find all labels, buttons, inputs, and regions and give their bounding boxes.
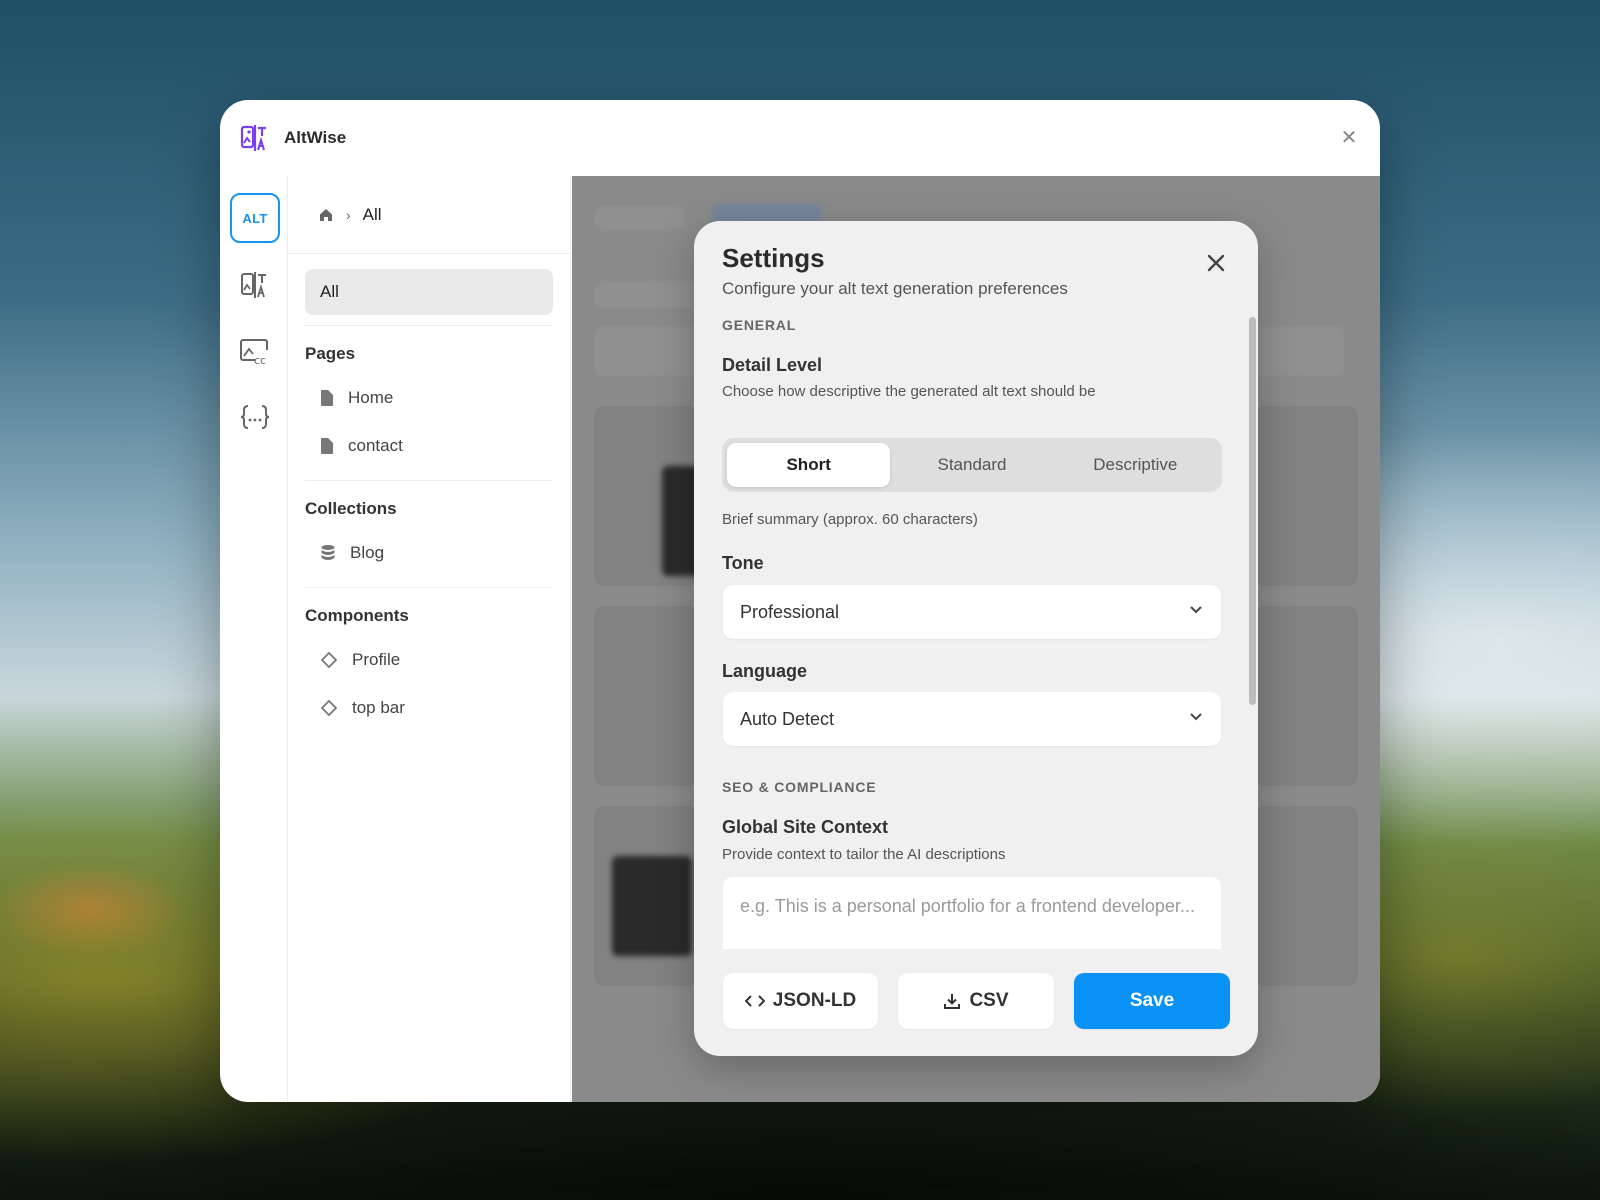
section-heading-seo: SEO & COMPLIANCE: [722, 779, 877, 795]
sidebar-item-top-bar[interactable]: top bar: [288, 684, 570, 732]
csv-button[interactable]: CSV: [898, 973, 1054, 1029]
home-icon[interactable]: [318, 207, 334, 223]
alt-badge: ALT: [242, 210, 268, 226]
sidebar-item-label: top bar: [352, 698, 405, 717]
sidebar-group-pages: Pages: [305, 344, 356, 363]
icon-rail: ALT cc: [220, 176, 288, 1102]
sidebar-item-home[interactable]: Home: [288, 374, 570, 422]
detail-option-descriptive[interactable]: Descriptive: [1054, 443, 1217, 487]
image-text-icon: [241, 272, 266, 298]
blurred-toolbar: [594, 206, 684, 230]
tone-select[interactable]: Professional: [723, 585, 1221, 639]
sidebar-item-contact[interactable]: contact: [288, 422, 570, 470]
scrollbar-thumb[interactable]: [1249, 317, 1256, 705]
tone-value: Professional: [740, 601, 840, 622]
rail-alt-text-button[interactable]: ALT: [230, 193, 280, 243]
detail-level-label: Detail Level: [722, 355, 823, 375]
sidebar-item-label: Home: [348, 388, 394, 407]
csv-label: CSV: [969, 990, 1009, 1011]
divider: [305, 325, 553, 326]
save-button[interactable]: Save: [1074, 973, 1230, 1029]
sidebar-item-blog[interactable]: Blog: [288, 529, 570, 577]
divider: [305, 587, 553, 588]
blurred-image: [612, 856, 692, 956]
component-diamond-icon: [320, 651, 338, 669]
settings-scroll-area[interactable]: GENERAL Detail Level Choose how descript…: [722, 317, 1224, 949]
rail-schema-button[interactable]: [230, 392, 280, 442]
modal-title: Settings: [722, 243, 825, 273]
window-close-icon[interactable]: ✕: [1338, 127, 1360, 149]
tone-label: Tone: [722, 553, 764, 573]
blurred-heading: [594, 282, 704, 308]
breadcrumb: › All: [288, 176, 570, 254]
detail-level-description: Choose how descriptive the generated alt…: [722, 383, 1096, 400]
app-title: AltWise: [284, 128, 347, 147]
code-icon: [744, 995, 765, 1007]
sidebar-item-label: Profile: [352, 650, 401, 669]
detail-option-standard[interactable]: Standard: [890, 443, 1053, 487]
code-braces-icon: [240, 405, 270, 429]
breadcrumb-current[interactable]: All: [363, 205, 382, 225]
detail-option-short[interactable]: Short: [727, 443, 891, 487]
altwise-logo-icon: [240, 125, 266, 151]
component-diamond-icon: [320, 699, 338, 717]
download-icon: [944, 994, 961, 1009]
sidebar-group-components: Components: [305, 606, 409, 625]
title-bar: AltWise ✕: [220, 100, 1380, 176]
page-icon: [321, 438, 333, 454]
database-icon: [321, 545, 335, 560]
section-heading-general: GENERAL: [722, 317, 797, 333]
close-icon[interactable]: [1204, 251, 1228, 275]
global-context-textarea[interactable]: [723, 877, 1221, 949]
sidebar-item-label: Blog: [350, 543, 385, 562]
chevron-right-icon: ›: [346, 206, 351, 223]
language-label: Language: [722, 661, 808, 681]
sidebar: › All All Pages Home contact Collections…: [288, 176, 571, 1102]
chevron-down-icon: [1190, 606, 1202, 614]
sidebar-item-label: contact: [348, 436, 403, 455]
global-context-label: Global Site Context: [722, 817, 889, 837]
page-icon: [321, 390, 333, 406]
modal-subtitle: Configure your alt text generation prefe…: [722, 279, 1068, 298]
detail-level-hint: Brief summary (approx. 60 characters): [722, 511, 978, 528]
rail-captions-button[interactable]: cc: [230, 326, 280, 376]
rail-image-text-button[interactable]: [230, 260, 280, 310]
language-value: Auto Detect: [740, 708, 835, 729]
chevron-down-icon: [1190, 713, 1202, 721]
detail-level-segmented-control: Short Standard Descriptive: [722, 438, 1222, 492]
json-ld-label: JSON-LD: [772, 990, 857, 1011]
sidebar-item-profile[interactable]: Profile: [288, 636, 570, 684]
sidebar-group-collections: Collections: [305, 499, 397, 518]
json-ld-button[interactable]: JSON-LD: [723, 973, 878, 1029]
svg-text:cc: cc: [254, 354, 266, 366]
image-caption-icon: cc: [240, 339, 268, 366]
language-select[interactable]: Auto Detect: [723, 692, 1221, 746]
sidebar-item-all[interactable]: All: [305, 269, 553, 315]
divider: [305, 480, 553, 481]
settings-modal: Settings Configure your alt text generat…: [694, 221, 1258, 1056]
global-context-description: Provide context to tailor the AI descrip…: [722, 846, 1006, 863]
